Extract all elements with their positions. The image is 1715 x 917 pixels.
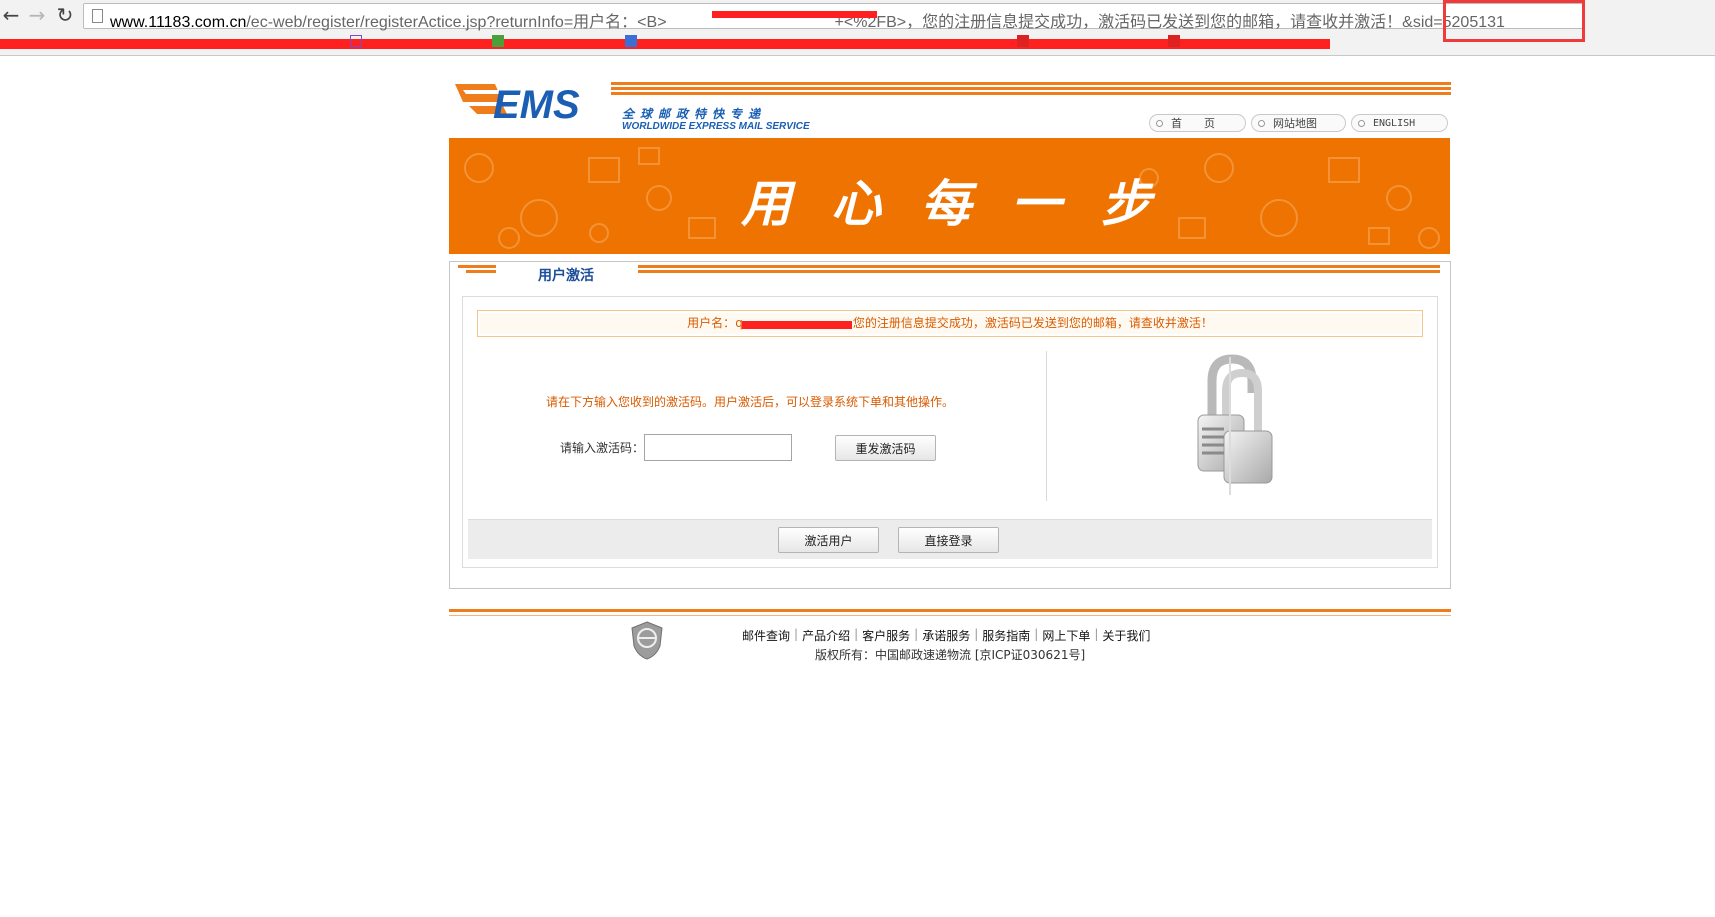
bookmark-icon[interactable] [1017, 35, 1029, 47]
forward-arrow-icon[interactable]: → [26, 4, 48, 26]
section-title: 用户激活 [538, 268, 594, 284]
activation-form: 用户名：q 您的注册信息提交成功，激活码已发送到您的邮箱，请查收并激活！ 请在下方… [462, 296, 1438, 568]
header-stripes [611, 82, 1451, 100]
toplink-home[interactable]: 首 页 [1149, 114, 1246, 132]
lock-icon [1197, 354, 1273, 495]
page-content: EMS 全球邮政特快专递 WORLDWIDE EXPRESS MAIL SERV… [449, 78, 1451, 669]
page-icon [92, 9, 103, 23]
code-label: 请输入激活码： [560, 441, 645, 455]
activate-user-button[interactable]: 激活用户 [778, 527, 879, 553]
footer-link-customer-service[interactable]: 客户服务 [862, 627, 910, 644]
success-notice: 用户名：q 您的注册信息提交成功，激活码已发送到您的邮箱，请查收并激活！ [477, 310, 1423, 337]
footer-link-commitment[interactable]: 承诺服务 [922, 627, 970, 644]
footer-lines [449, 609, 1451, 616]
site-header: EMS 全球邮政特快专递 WORLDWIDE EXPRESS MAIL SERV… [449, 78, 1451, 138]
bookmark-icon[interactable] [350, 35, 362, 47]
china-post-emblem-icon [631, 621, 663, 660]
bookmark-icon[interactable] [1168, 35, 1180, 47]
top-links: 首 页 网站地图 ENGLISH [1149, 114, 1448, 132]
back-arrow-icon[interactable]: ← [0, 4, 22, 26]
toplink-english[interactable]: ENGLISH [1351, 114, 1448, 132]
direct-login-button[interactable]: 直接登录 [898, 527, 999, 553]
tab-stripes [638, 265, 1440, 275]
redaction-mark [712, 11, 877, 18]
toplink-sitemap[interactable]: 网站地图 [1251, 114, 1346, 132]
separator: | [794, 627, 799, 641]
bullet-icon [1358, 119, 1365, 127]
svg-text:EMS: EMS [493, 83, 580, 127]
separator: | [1034, 627, 1039, 641]
bookmark-icon[interactable] [625, 35, 637, 47]
action-bar: 激活用户 直接登录 [468, 519, 1432, 559]
bullet-icon [1258, 119, 1265, 127]
footer-link-about-us[interactable]: 关于我们 [1102, 627, 1150, 644]
section-header: 用户激活 [450, 262, 1450, 284]
redaction-mark [742, 321, 852, 329]
separator: | [974, 627, 979, 641]
bookmarks-bar [0, 31, 1715, 51]
footer-link-online-order[interactable]: 网上下单 [1042, 627, 1090, 644]
ems-logo: EMS [455, 83, 580, 127]
divider [1046, 351, 1047, 501]
instruction-text: 请在下方输入您收到的激活码。用户激活后，可以登录系统下单和其他操作。 [545, 395, 954, 409]
activation-panel: 用户激活 用户名：q 您的注册信息提交成功，激活码已发送到您的邮箱，请查收并激活！… [449, 261, 1451, 589]
code-entry-area: 请在下方输入您收到的激活码。用户激活后，可以登录系统下单和其他操作。 请输入激活… [463, 349, 1037, 501]
reload-icon[interactable]: ↻ [54, 4, 76, 26]
bullet-icon [1156, 119, 1163, 127]
site-footer: 邮件查询 | 产品介绍 | 客户服务 | 承诺服务 | 服务指南 | 网上下单 | 关于我们… [449, 609, 1451, 669]
browser-chrome: ← → ↻ www.11183.com.cn/ec-web/register/r… [0, 0, 1715, 56]
tab-stripes [458, 265, 496, 275]
separator: | [1094, 627, 1099, 641]
activation-code-input[interactable] [644, 434, 792, 461]
slogan-cn: 全球邮政特快专递 [622, 107, 767, 121]
banner-slogan: 用心每一步 [741, 174, 1191, 233]
resend-code-button[interactable]: 重发激活码 [835, 435, 936, 461]
footer-links: 邮件查询 | 产品介绍 | 客户服务 | 承诺服务 | 服务指南 | 网上下单 | 关于我们 [742, 627, 1150, 644]
bookmark-icon[interactable] [492, 35, 504, 47]
footer-link-mail-query[interactable]: 邮件查询 [742, 627, 790, 644]
redaction-mark [0, 39, 1330, 49]
footer-link-products[interactable]: 产品介绍 [802, 627, 850, 644]
banner: 用心每一步 [449, 138, 1450, 254]
copyright: 版权所有：中国邮政速递物流 [京ICP证030621号] [815, 648, 1086, 662]
separator: | [854, 627, 859, 641]
separator: | [914, 627, 919, 641]
slogan-en: WORLDWIDE EXPRESS MAIL SERVICE [622, 121, 810, 132]
footer-link-service-guide[interactable]: 服务指南 [982, 627, 1030, 644]
